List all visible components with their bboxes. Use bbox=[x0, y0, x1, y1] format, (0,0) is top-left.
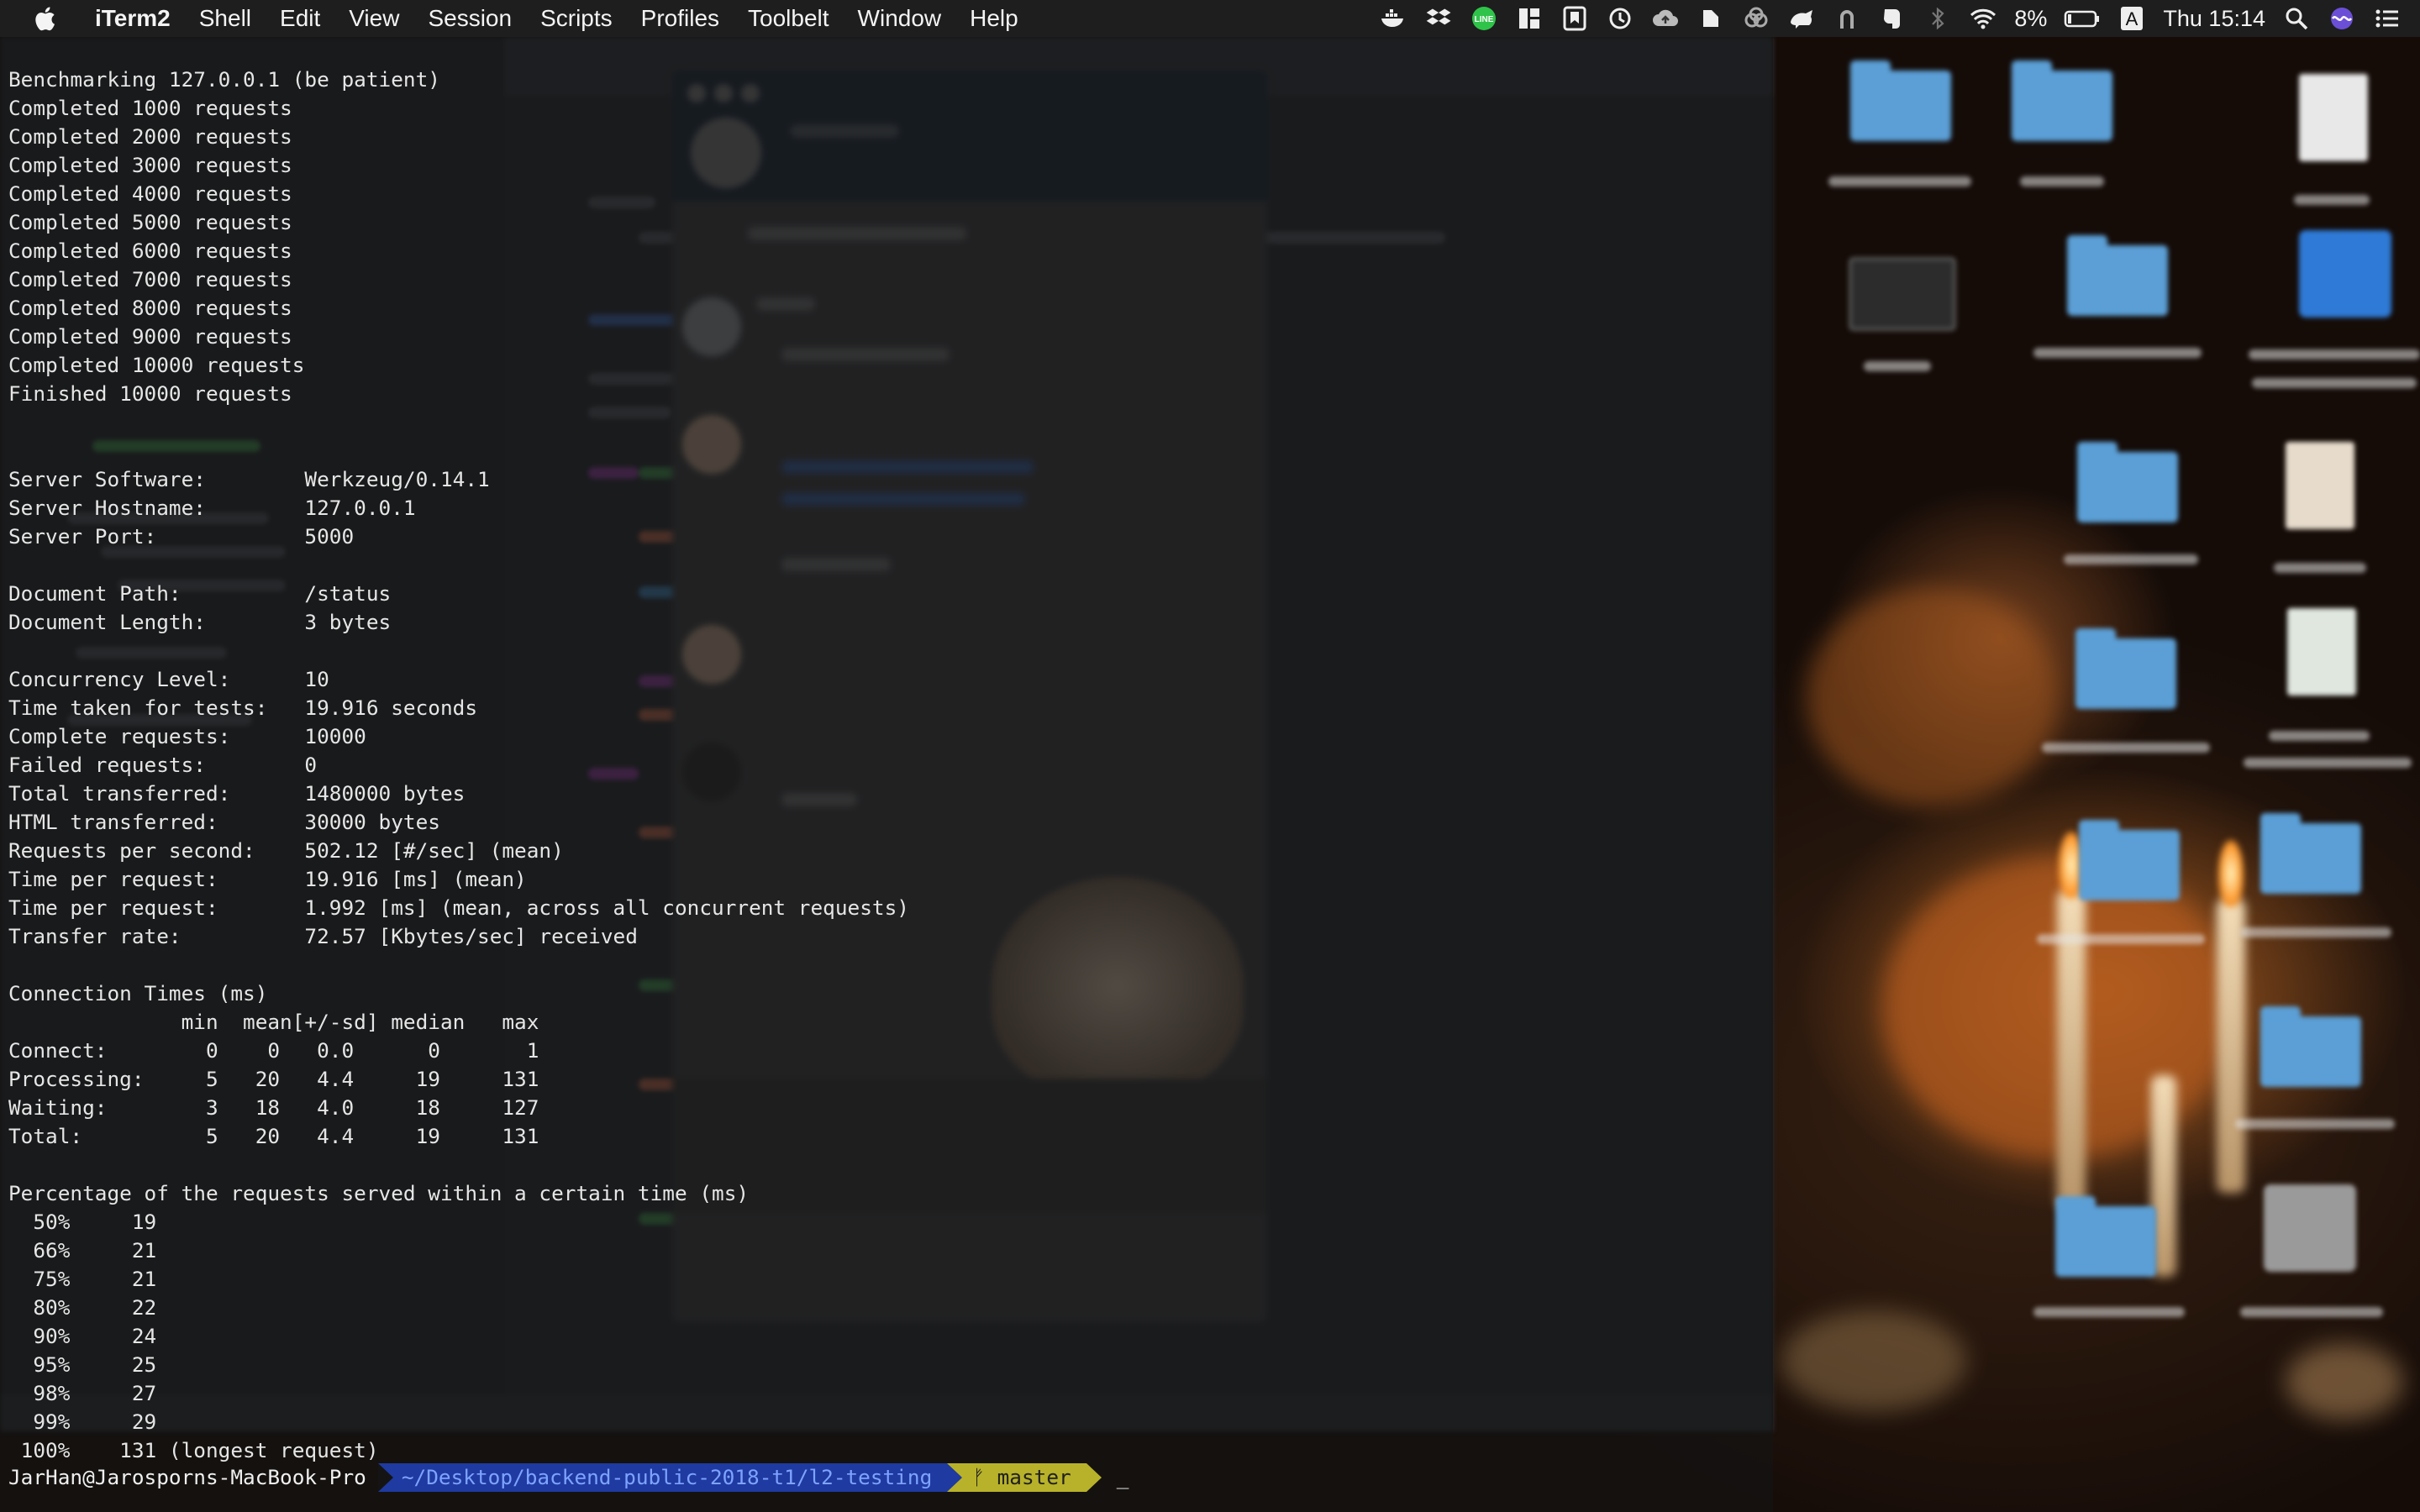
menu-bar-status-area: LINE 8% A Thu 15:14 bbox=[1379, 0, 2402, 37]
battery-icon[interactable] bbox=[2064, 5, 2101, 32]
desktop-icon-label bbox=[2249, 349, 2420, 360]
macos-menu-bar: iTerm2 Shell Edit View Session Scripts P… bbox=[0, 0, 2420, 37]
desktop-folder-icon[interactable] bbox=[2260, 1006, 2361, 1087]
desktop-icon-label bbox=[2042, 743, 2210, 753]
terminal-output: Benchmarking 127.0.0.1 (be patient) Comp… bbox=[8, 67, 909, 1462]
shell-prompt[interactable]: JarHan@Jarosporns-MacBook-Pro ~/Desktop/… bbox=[8, 1463, 1128, 1492]
prompt-segment-end bbox=[1086, 1463, 1102, 1492]
menu-window[interactable]: Window bbox=[844, 5, 956, 32]
input-source-label: A bbox=[2126, 8, 2139, 29]
menu-app-name[interactable]: iTerm2 bbox=[81, 5, 185, 32]
menu-profiles[interactable]: Profiles bbox=[627, 5, 734, 32]
desktop-icon-label bbox=[2064, 554, 2198, 564]
desktop-icon-label bbox=[2240, 1307, 2383, 1317]
desktop-folder-icon[interactable] bbox=[2012, 60, 2112, 141]
menu-edit[interactable]: Edit bbox=[266, 5, 334, 32]
evernote-icon[interactable] bbox=[1697, 5, 1725, 32]
desktop-icon-label bbox=[2269, 731, 2370, 741]
siri-icon[interactable] bbox=[2328, 5, 2356, 32]
desktop-icon-label bbox=[2240, 927, 2391, 937]
desktop-folder-icon[interactable] bbox=[2079, 820, 2180, 900]
menu-shell[interactable]: Shell bbox=[185, 5, 266, 32]
desktop-folder-icon[interactable] bbox=[2260, 813, 2361, 894]
desktop-folder-icon[interactable] bbox=[2077, 442, 2178, 522]
desktop-cloud-download-icon[interactable] bbox=[2299, 230, 2391, 318]
desktop-icon-label bbox=[2033, 1307, 2185, 1317]
desktop-folder-icon[interactable] bbox=[2055, 1196, 2156, 1277]
desktop-icon-label bbox=[2252, 378, 2417, 388]
desktop-icon-label bbox=[2033, 348, 2202, 358]
desktop-screenshot-icon[interactable] bbox=[1849, 257, 1956, 331]
desktop-icon-label bbox=[2037, 934, 2205, 944]
desktop-icon-label bbox=[1864, 361, 1931, 371]
time-machine-icon[interactable] bbox=[1606, 5, 1634, 32]
menu-bar-clock[interactable]: Thu 15:14 bbox=[2163, 6, 2265, 32]
menu-toolbelt[interactable]: Toolbelt bbox=[734, 5, 844, 32]
desktop-icon-label bbox=[2274, 563, 2366, 573]
menu-view[interactable]: View bbox=[334, 5, 413, 32]
vpn-lock-icon[interactable] bbox=[1833, 5, 1861, 32]
bluetooth-icon[interactable] bbox=[1923, 5, 1952, 32]
desktop-qr-document-icon[interactable] bbox=[2287, 608, 2356, 696]
desktop-folder-icon[interactable] bbox=[2075, 628, 2176, 709]
mastodon-icon[interactable] bbox=[1787, 5, 1816, 32]
search-icon[interactable] bbox=[2282, 5, 2311, 32]
git-branch-icon: ᚠ bbox=[972, 1465, 985, 1489]
desktop-icon-label bbox=[2020, 176, 2104, 186]
desktop-icon-label bbox=[2244, 758, 2412, 768]
cloud-upload-icon[interactable] bbox=[1651, 5, 1680, 32]
wifi-icon[interactable] bbox=[1969, 5, 1997, 32]
desktop-folder-icon[interactable] bbox=[2067, 235, 2168, 316]
battery-percentage[interactable]: 8% bbox=[2014, 6, 2047, 32]
desktop-folder-icon[interactable] bbox=[1850, 60, 1951, 141]
dropbox-icon[interactable] bbox=[1424, 5, 1453, 32]
desktop-icon-label bbox=[2294, 195, 2370, 205]
notification-center-icon[interactable] bbox=[2373, 5, 2402, 32]
evernote-elephant-icon[interactable] bbox=[1878, 5, 1907, 32]
terminal-cursor: _ bbox=[1116, 1465, 1129, 1489]
creative-cloud-icon[interactable] bbox=[1742, 5, 1770, 32]
desktop-disk-icon[interactable] bbox=[2264, 1184, 2356, 1272]
git-branch-name: master bbox=[997, 1465, 1071, 1489]
svg-text:LINE: LINE bbox=[1475, 15, 1494, 24]
desktop-document-icon[interactable] bbox=[2299, 74, 2368, 161]
prompt-git-branch: ᚠ master bbox=[947, 1463, 1086, 1492]
desktop-icon-label bbox=[2235, 1119, 2395, 1129]
line-icon[interactable]: LINE bbox=[1470, 5, 1498, 32]
menu-help[interactable]: Help bbox=[955, 5, 1033, 32]
apple-menu-icon[interactable] bbox=[32, 3, 60, 34]
prompt-path: ~/Desktop/backend-public-2018-t1/l2-test… bbox=[377, 1463, 948, 1492]
menu-session[interactable]: Session bbox=[413, 5, 526, 32]
iterm-terminal-window[interactable]: Benchmarking 127.0.0.1 (be patient) Comp… bbox=[0, 37, 1773, 1512]
prompt-user-host: JarHan@Jarosporns-MacBook-Pro bbox=[8, 1465, 366, 1489]
tiles-icon[interactable] bbox=[1515, 5, 1544, 32]
desktop-icon-label bbox=[1828, 176, 1971, 186]
desktop-document-icon[interactable] bbox=[2286, 442, 2354, 529]
menu-scripts[interactable]: Scripts bbox=[526, 5, 627, 32]
docker-icon[interactable] bbox=[1379, 5, 1407, 32]
input-source-indicator[interactable]: A bbox=[2118, 5, 2146, 32]
bookmark-icon[interactable] bbox=[1560, 5, 1589, 32]
